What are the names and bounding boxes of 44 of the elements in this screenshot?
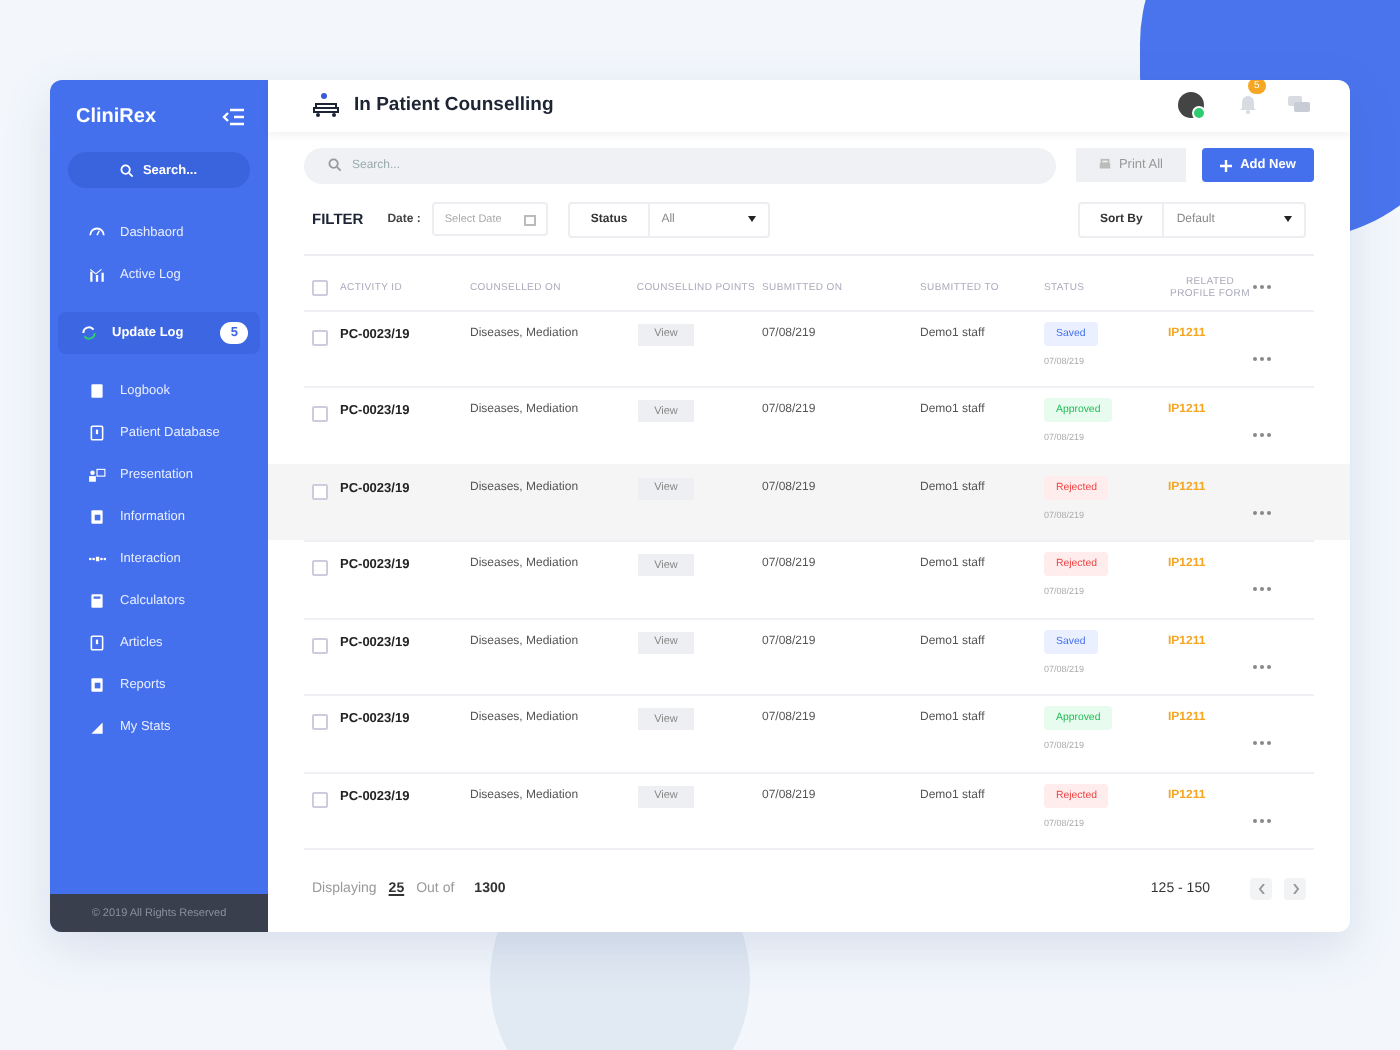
search-icon <box>328 158 342 172</box>
stats-icon <box>88 718 106 736</box>
avatar[interactable] <box>1178 92 1204 119</box>
bell-icon[interactable] <box>1238 91 1258 114</box>
printer-icon <box>1098 158 1113 172</box>
caret-icon <box>748 216 757 222</box>
bar-chart-icon <box>88 266 106 284</box>
row-checkbox[interactable] <box>312 406 328 422</box>
more-icon[interactable] <box>1252 509 1272 515</box>
row-checkbox[interactable] <box>312 329 328 345</box>
calendar-icon <box>524 213 537 225</box>
more-icon[interactable] <box>1252 284 1272 290</box>
row-checkbox[interactable] <box>312 560 328 576</box>
presenter-icon <box>88 466 106 484</box>
next-button[interactable] <box>1284 878 1306 900</box>
book-icon <box>88 382 106 400</box>
brand-name: CliniRex <box>76 106 157 128</box>
more-icon[interactable] <box>1252 432 1272 438</box>
row-checkbox[interactable] <box>312 483 328 499</box>
select-all-checkbox[interactable] <box>312 280 328 296</box>
plus-icon <box>1220 159 1233 171</box>
document-icon <box>88 424 106 442</box>
calculator-icon <box>88 592 106 610</box>
clipboard-icon <box>88 676 106 694</box>
clipboard-icon <box>88 508 106 526</box>
more-icon[interactable] <box>1252 817 1272 823</box>
row-checkbox[interactable] <box>312 714 328 730</box>
page-title: In Patient Counselling <box>354 94 556 117</box>
caret-icon <box>1284 216 1292 222</box>
previous-button[interactable] <box>1250 878 1272 900</box>
chevron-right-icon <box>1291 884 1299 894</box>
document-icon <box>88 634 106 652</box>
chevron-left-icon <box>1257 884 1265 894</box>
row-checkbox[interactable] <box>312 637 328 653</box>
more-icon[interactable] <box>1252 355 1272 361</box>
more-icon[interactable] <box>1252 740 1272 746</box>
search-icon <box>120 163 135 177</box>
chat-icon[interactable] <box>1288 95 1310 116</box>
more-icon[interactable] <box>1252 663 1272 669</box>
refresh-icon <box>80 324 98 342</box>
menu-icon[interactable] <box>222 108 244 126</box>
row-checkbox[interactable] <box>312 791 328 807</box>
more-icon[interactable] <box>1252 586 1272 592</box>
hospital-bed-icon <box>312 92 340 119</box>
